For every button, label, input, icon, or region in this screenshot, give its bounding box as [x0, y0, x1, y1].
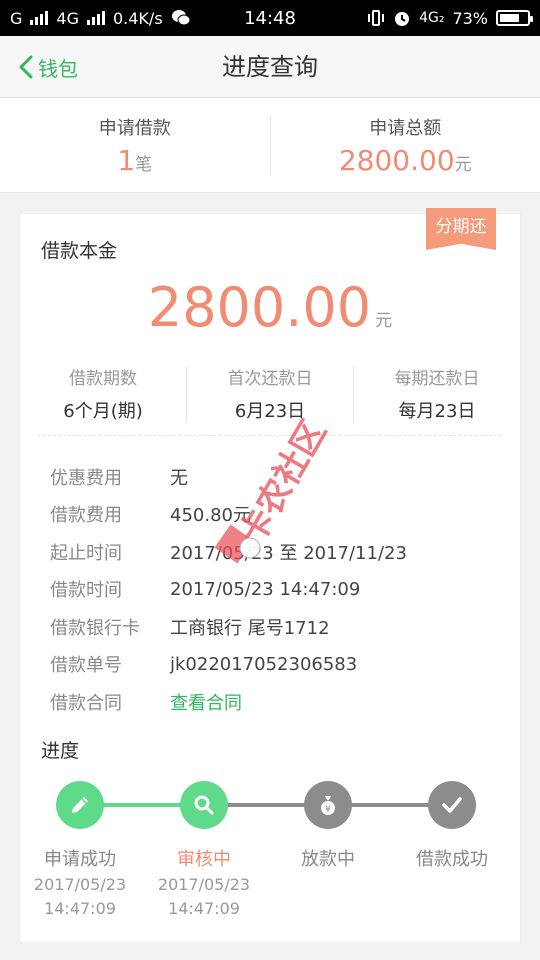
- loan-count: 1笔: [117, 144, 152, 177]
- dashed-divider: [38, 435, 502, 436]
- principal-label: 借款本金: [41, 240, 118, 262]
- term-periods: 借款期数 6个月(期): [20, 364, 186, 424]
- detail-label: 借款银行卡: [50, 617, 140, 639]
- status-right: 4G₂ 73%: [367, 8, 533, 28]
- svg-text:¥: ¥: [325, 805, 331, 815]
- progress-steps: 申请成功 2017/05/23 14:47:09 审核中 2017/05/23 …: [20, 777, 520, 918]
- detail-row-bank-card: 借款银行卡 工商银行 尾号1712: [50, 608, 510, 646]
- detail-row-fee: 借款费用 450.80元: [50, 496, 510, 534]
- detail-value: 2017/05/23 14:47:09: [170, 578, 361, 600]
- term-label: 首次还款日: [227, 369, 313, 389]
- loan-total-unit: 元: [454, 154, 472, 175]
- detail-value: 工商银行 尾号1712: [170, 617, 330, 639]
- term-value: 每月23日: [398, 401, 476, 422]
- page-title: 进度查询: [222, 53, 318, 81]
- detail-value: jk022017052306583: [170, 653, 358, 675]
- installment-tag: 分期还: [426, 208, 496, 250]
- term-value: 6个月(期): [63, 401, 143, 422]
- loan-count-value: 1: [117, 143, 136, 177]
- detail-label: 优惠费用: [50, 467, 122, 489]
- loan-count-section: 申请借款 1笔: [0, 98, 270, 192]
- detail-value: 无: [170, 467, 188, 489]
- step-time: 14:47:09: [44, 899, 116, 918]
- loan-count-unit: 笔: [135, 154, 153, 175]
- detail-row-discount: 优惠费用 无: [50, 458, 510, 496]
- step-name: 放款中: [301, 849, 355, 870]
- step-circle: ¥: [304, 781, 352, 829]
- principal-unit: 元: [375, 311, 393, 331]
- status-bar: G 4G 0.4K/s 14:48 4G₂ 73%: [0, 0, 540, 36]
- step-name: 借款成功: [416, 849, 488, 870]
- vibrate-icon: [368, 10, 385, 26]
- signal-icon-2: [86, 11, 105, 25]
- step-applied: 申请成功 2017/05/23 14:47:09: [20, 777, 140, 919]
- alarm-icon: [395, 12, 410, 26]
- step-time: 14:47:09: [168, 899, 240, 918]
- network-right: 4G₂: [419, 10, 445, 26]
- network-label: 4G: [56, 8, 79, 28]
- step-circle: [56, 781, 104, 829]
- loan-details: 优惠费用 无 借款费用 450.80元 起止时间 2017/05/23 至 20…: [50, 458, 510, 721]
- wechat-icon: [171, 10, 191, 26]
- check-icon: [442, 797, 462, 813]
- status-left: G 4G 0.4K/s: [10, 9, 191, 28]
- step-reviewing: 审核中 2017/05/23 14:47:09: [144, 777, 264, 919]
- loan-count-label: 申请借款: [98, 117, 171, 139]
- loan-detail-card: 分期还 借款本金 2800.00 元 借款期数 6个月(期) 首次还款日 6月23…: [19, 208, 521, 943]
- detail-row-loan-time: 借款时间 2017/05/23 14:47:09: [50, 571, 510, 609]
- loan-total-value: 2800.00: [338, 143, 455, 177]
- carrier-label: G: [10, 8, 23, 28]
- loan-summary: 申请借款 1笔 申请总额 2800.00元: [0, 98, 540, 193]
- step-circle: [428, 781, 476, 829]
- detail-row-order-no: 借款单号 jk022017052306583: [50, 646, 510, 684]
- battery-icon: [496, 10, 533, 26]
- step-date: 2017/05/23: [33, 875, 127, 894]
- step-date: 2017/05/23: [157, 875, 251, 894]
- loan-terms: 借款期数 6个月(期) 首次还款日 6月23日 每期还款日 每月23日: [20, 364, 520, 424]
- term-label: 借款期数: [69, 369, 137, 389]
- detail-label: 借款单号: [50, 655, 122, 677]
- detail-label: 借款费用: [50, 505, 122, 527]
- loan-total: 2800.00元: [339, 144, 472, 177]
- detail-value: 450.80元: [170, 505, 251, 527]
- principal-value: 2800.00: [147, 276, 372, 339]
- chevron-left-icon: [19, 55, 33, 79]
- progress-label: 进度: [41, 740, 80, 762]
- back-button[interactable]: 钱包: [18, 36, 78, 98]
- step-disbursing: ¥ 放款中: [268, 777, 388, 871]
- step-circle: [180, 781, 228, 829]
- term-repayment-day: 每期还款日 每月23日: [354, 364, 520, 424]
- view-contract-link[interactable]: 查看合同: [170, 689, 242, 715]
- back-label: 钱包: [38, 56, 78, 81]
- step-name: 审核中: [177, 849, 231, 870]
- pencil-icon: [72, 797, 88, 813]
- detail-label: 借款时间: [50, 580, 122, 602]
- term-label: 每期还款日: [394, 369, 480, 389]
- search-icon: [194, 795, 214, 815]
- loan-total-label: 申请总额: [369, 117, 442, 139]
- detail-row-contract: 借款合同 查看合同: [50, 683, 510, 721]
- principal-amount: 2800.00 元: [20, 276, 520, 339]
- net-speed: 0.4K/s: [112, 8, 163, 28]
- loan-total-section: 申请总额 2800.00元: [271, 98, 540, 192]
- step-success: 借款成功: [392, 777, 512, 871]
- detail-label: 借款合同: [50, 692, 122, 714]
- detail-label: 起止时间: [50, 542, 122, 564]
- term-value: 6月23日: [234, 401, 306, 422]
- nav-header: 钱包 进度查询: [0, 36, 540, 98]
- step-name: 申请成功: [44, 849, 116, 870]
- money-bag-icon: ¥: [321, 796, 335, 815]
- signal-icon: [30, 11, 49, 25]
- term-first-repayment: 首次还款日 6月23日: [187, 364, 353, 424]
- detail-value: 2017/05/23 至 2017/11/23: [170, 542, 407, 564]
- battery-percent: 73%: [452, 8, 488, 28]
- detail-row-period: 起止时间 2017/05/23 至 2017/11/23: [50, 533, 510, 571]
